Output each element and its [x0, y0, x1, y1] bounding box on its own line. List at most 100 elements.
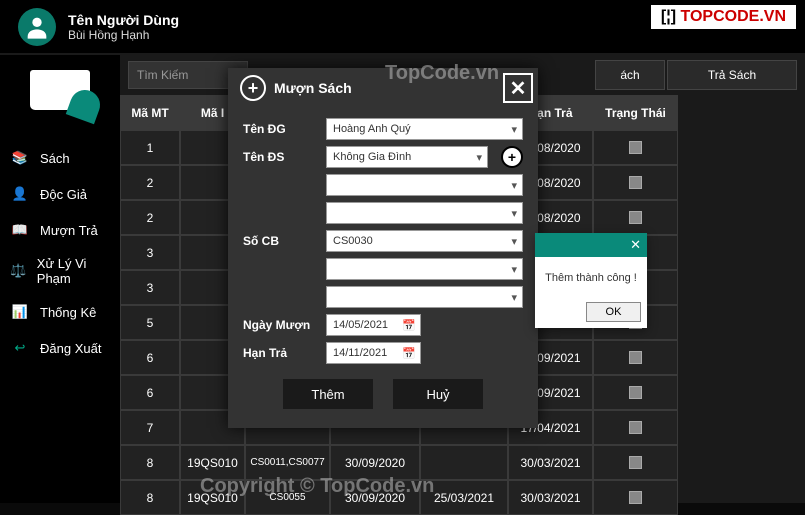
ngaymuon-input[interactable]: 14/05/2021📅 — [326, 314, 421, 336]
user-name: Bùi Hồng Hạnh — [68, 28, 179, 42]
sidebar-item-label: Mượn Trả — [40, 223, 98, 238]
modal-close-button[interactable]: ✕ — [503, 73, 533, 103]
sidebar-item-docgia[interactable]: 👤 Độc Giả — [0, 176, 120, 212]
status-checkbox[interactable] — [629, 176, 642, 189]
add-book-button[interactable]: + — [501, 146, 523, 168]
borrow-modal: + Mượn Sách ✕ Tên ĐG Hoàng Anh Quý Tên Đ… — [228, 68, 538, 428]
hantra-label: Hạn Trả — [243, 346, 318, 360]
tab-muon-sach[interactable]: ách — [595, 60, 665, 90]
borrow-icon: 📖 — [10, 220, 30, 240]
sidebar-item-label: Độc Giả — [40, 187, 87, 202]
status-checkbox[interactable] — [629, 141, 642, 154]
table-row[interactable]: 819QS010CS005530/09/202025/03/202130/03/… — [120, 480, 805, 515]
status-checkbox[interactable] — [629, 211, 642, 224]
msgbox-ok-button[interactable]: OK — [586, 302, 641, 322]
plus-circle-icon: + — [240, 75, 266, 101]
msgbox-header: ✕ — [535, 233, 647, 257]
book-slot-select[interactable] — [326, 202, 523, 224]
tab-tra-sach[interactable]: Trả Sách — [667, 60, 797, 90]
cell-mamt: 6 — [120, 375, 180, 410]
logout-icon: ↩ — [10, 338, 30, 358]
cell-mamt: 2 — [120, 165, 180, 200]
th-trangthai: Trạng Thái — [593, 95, 678, 130]
status-checkbox[interactable] — [629, 421, 642, 434]
cell-trangthai — [593, 480, 678, 515]
cell-mid1: CS0055 — [245, 480, 330, 515]
cell-mamt: 8 — [120, 480, 180, 515]
cell-mid2: 30/09/2020 — [330, 480, 420, 515]
cell-mid1: CS0011,CS0077 — [245, 445, 330, 480]
ngaymuon-label: Ngày Mượn — [243, 318, 318, 332]
status-checkbox[interactable] — [629, 491, 642, 504]
cell-mamt: 5 — [120, 305, 180, 340]
socb-select[interactable]: CS0030 — [326, 230, 523, 252]
user-icon — [23, 13, 51, 41]
stats-icon: 📊 — [10, 302, 30, 322]
tends-label: Tên ĐS — [243, 150, 318, 164]
reader-icon: 👤 — [10, 184, 30, 204]
hantra-input[interactable]: 14/11/2021📅 — [326, 342, 421, 364]
cell-trangthai — [593, 200, 678, 235]
success-messagebox: ✕ Thêm thành công ! OK — [535, 233, 647, 328]
sidebar: 📚 Sách 👤 Độc Giả 📖 Mượn Trả ⚖️ Xử Lý Vi … — [0, 55, 120, 503]
cell-trangthai — [593, 130, 678, 165]
modal-header: + Mượn Sách ✕ — [228, 68, 538, 108]
tends-select[interactable]: Không Gia Đình — [326, 146, 488, 168]
cell-ngaytra — [420, 445, 508, 480]
status-checkbox[interactable] — [629, 351, 642, 364]
sidebar-item-sach[interactable]: 📚 Sách — [0, 140, 120, 176]
sidebar-item-thongke[interactable]: 📊 Thống Kê — [0, 294, 120, 330]
msgbox-text: Thêm thành công ! — [535, 257, 647, 296]
cell-trangthai — [593, 410, 678, 445]
cell-trangthai — [593, 165, 678, 200]
them-button[interactable]: Thêm — [283, 379, 373, 409]
sidebar-item-label: Thống Kê — [40, 305, 96, 320]
th-mamt: Mã MT — [120, 95, 180, 130]
status-checkbox[interactable] — [629, 386, 642, 399]
cell-ngaytra: 25/03/2021 — [420, 480, 508, 515]
sidebar-item-dangxuat[interactable]: ↩ Đăng Xuất — [0, 330, 120, 366]
table-row[interactable]: 819QS010CS0011,CS007730/09/2020 30/03/202… — [120, 445, 805, 480]
sidebar-item-label: Đăng Xuất — [40, 341, 101, 356]
header: Tên Người Dùng Bùi Hồng Hạnh [¦] TOPCODE… — [0, 0, 805, 55]
violation-icon: ⚖️ — [10, 261, 27, 281]
calendar-icon: 📅 — [402, 347, 416, 360]
book-slot-select[interactable] — [326, 174, 523, 196]
cell-hantra: 30/03/2021 — [508, 445, 593, 480]
sidebar-item-label: Sách — [40, 151, 70, 166]
cb-slot-select[interactable] — [326, 258, 523, 280]
cell-trangthai — [593, 340, 678, 375]
cell-mamt: 6 — [120, 340, 180, 375]
socb-label: Số CB — [243, 234, 318, 248]
cell-mid2: 30/09/2020 — [330, 445, 420, 480]
cell-trangthai — [593, 375, 678, 410]
cell-hantra: 30/03/2021 — [508, 480, 593, 515]
user-info: Tên Người Dùng Bùi Hồng Hạnh — [68, 12, 179, 42]
logo: [¦] TOPCODE.VN — [650, 4, 797, 30]
calendar-icon: 📅 — [402, 319, 416, 332]
msgbox-close-button[interactable]: ✕ — [630, 237, 641, 253]
sidebar-item-vipham[interactable]: ⚖️ Xử Lý Vi Phạm — [0, 248, 120, 294]
book-illustration — [20, 65, 100, 125]
modal-body: Tên ĐG Hoàng Anh Quý Tên ĐS Không Gia Đì… — [228, 108, 538, 419]
tendg-label: Tên ĐG — [243, 122, 318, 136]
cb-slot-select[interactable] — [326, 286, 523, 308]
status-checkbox[interactable] — [629, 456, 642, 469]
cell-mamt: 7 — [120, 410, 180, 445]
cell-trangthai — [593, 445, 678, 480]
cell-mamt: 3 — [120, 235, 180, 270]
avatar — [18, 8, 56, 46]
cell-mamt: 8 — [120, 445, 180, 480]
tendg-select[interactable]: Hoàng Anh Quý — [326, 118, 523, 140]
sidebar-item-label: Xử Lý Vi Phạm — [37, 256, 110, 286]
books-icon: 📚 — [10, 148, 30, 168]
cell-mamt: 2 — [120, 200, 180, 235]
user-title-label: Tên Người Dùng — [68, 12, 179, 28]
cell-mamt: 1 — [120, 130, 180, 165]
cell-mamt: 3 — [120, 270, 180, 305]
modal-title: Mượn Sách — [274, 80, 352, 96]
cell-mai: 19QS010 — [180, 480, 245, 515]
sidebar-item-muontra[interactable]: 📖 Mượn Trả — [0, 212, 120, 248]
huy-button[interactable]: Huỷ — [393, 379, 483, 409]
cell-mai: 19QS010 — [180, 445, 245, 480]
